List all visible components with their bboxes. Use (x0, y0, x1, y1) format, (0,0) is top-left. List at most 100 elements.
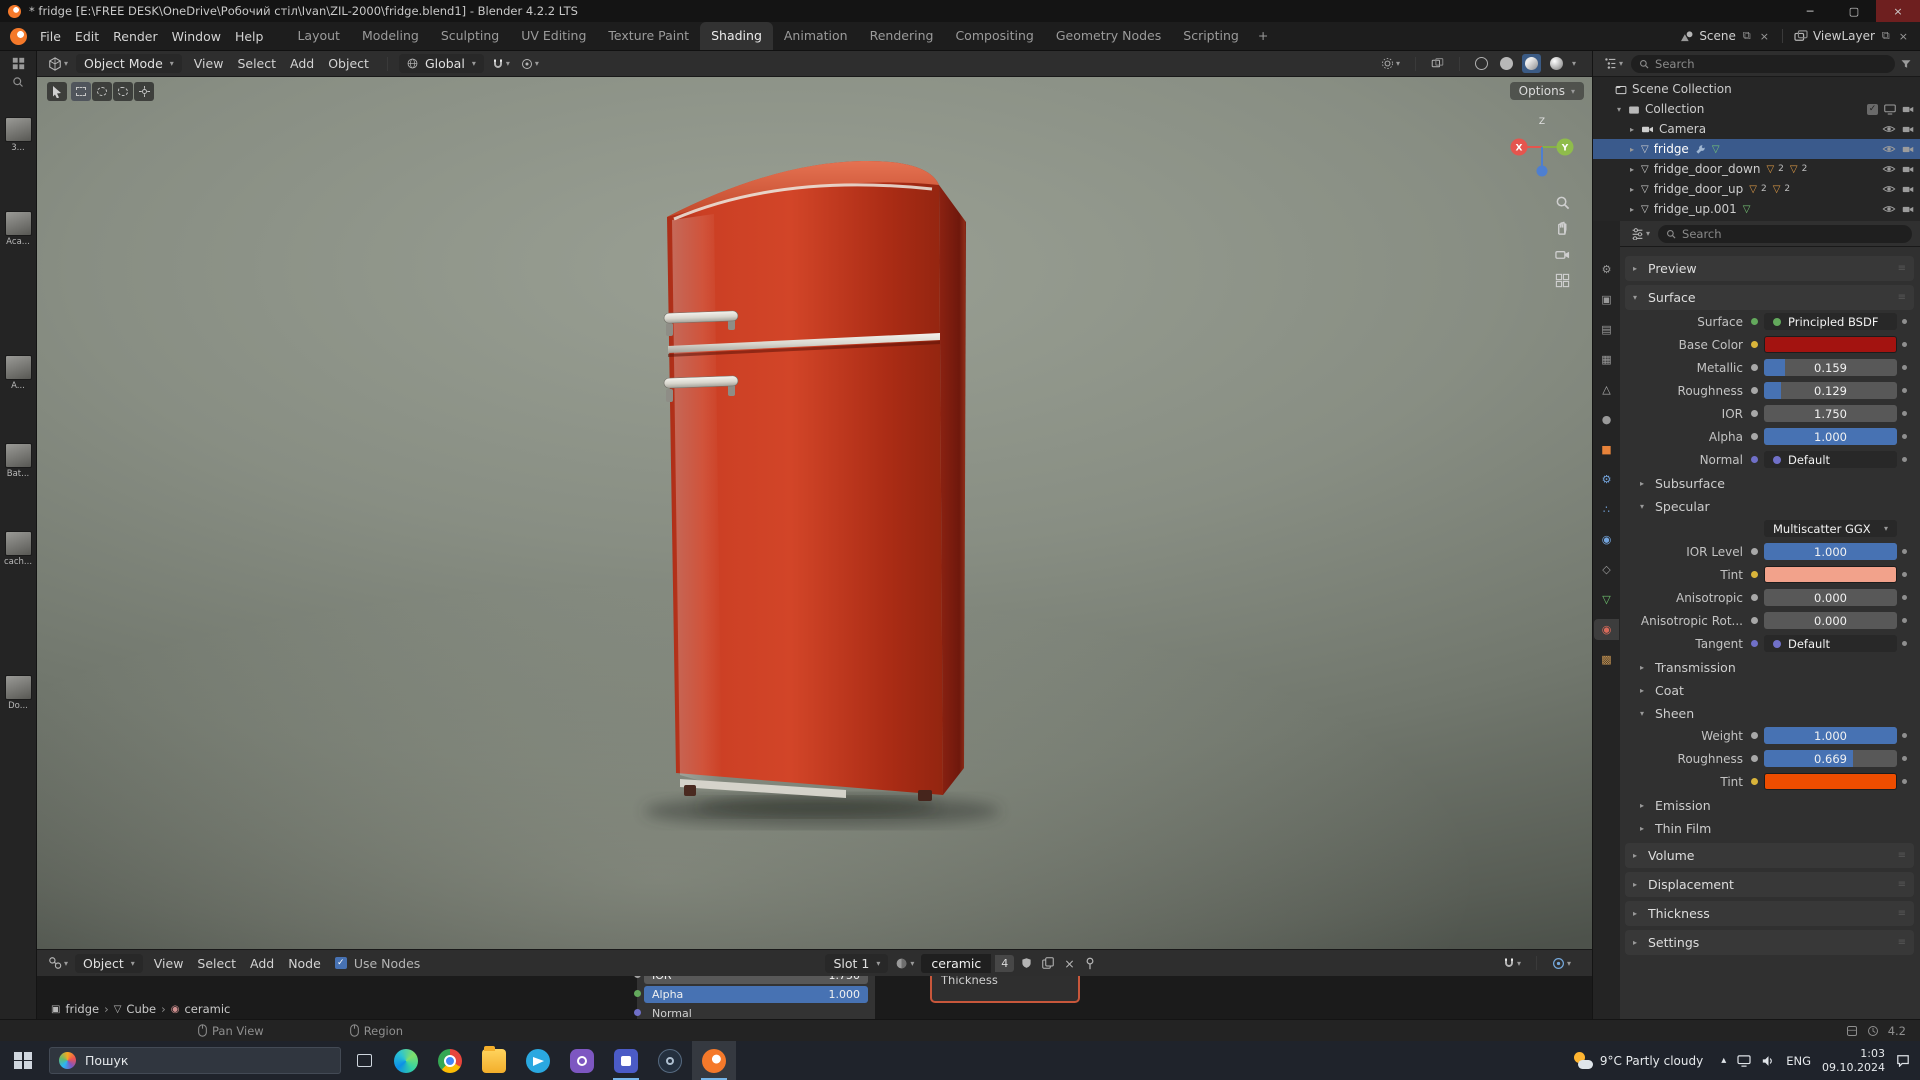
breadcrumb-item[interactable]: Cube (126, 1002, 156, 1016)
material-slot-icon[interactable]: ▽ (1790, 164, 1798, 175)
properties-tab-constraints[interactable]: ◇ (1594, 559, 1619, 580)
workspace-tab-modeling[interactable]: Modeling (351, 22, 430, 50)
tint-color-swatch[interactable] (1764, 566, 1897, 583)
search-icon[interactable] (12, 76, 24, 88)
ior-level-slider[interactable]: 1.000 (1764, 543, 1897, 560)
topbar-menu-help[interactable]: Help (228, 27, 271, 46)
properties-tab-object[interactable]: ■ (1594, 439, 1619, 460)
node-ior-slider[interactable]: IOR1.750 (644, 976, 868, 984)
shader-menu-view[interactable]: View (147, 954, 191, 973)
shader-node-canvas[interactable]: IOR1.750 Alpha1.000 Normal Thickness ▣ fr… (37, 976, 1592, 1019)
animate-dot[interactable] (1897, 618, 1912, 623)
taskbar-app-chrome[interactable] (428, 1041, 472, 1080)
hide-render-icon[interactable] (1902, 184, 1914, 195)
properties-tab-render[interactable]: ▣ (1594, 289, 1619, 310)
remove-viewlayer-button[interactable]: × (1897, 30, 1910, 43)
workspace-tab-animation[interactable]: Animation (773, 22, 859, 50)
properties-tab-physics[interactable]: ◉ (1594, 529, 1619, 550)
socket-dot[interactable] (634, 990, 641, 997)
topbar-menu-file[interactable]: File (33, 27, 68, 46)
editor-outliner-icon[interactable]: ▾ (1601, 57, 1626, 70)
animate-dot[interactable] (1897, 388, 1912, 393)
topbar-menu-window[interactable]: Window (165, 27, 228, 46)
outliner-row-scene-collection[interactable]: Scene Collection (1593, 79, 1920, 99)
animate-dot[interactable] (1897, 595, 1912, 600)
shading-dropdown-caret[interactable]: ▾ (1572, 59, 1576, 68)
metallic-slider[interactable]: 0.159 (1764, 359, 1897, 376)
slot-dropdown[interactable]: Slot 1 ▾ (825, 953, 889, 973)
workspace-tab-uv-editing[interactable]: UV Editing (510, 22, 597, 50)
volume-icon[interactable] (1762, 1055, 1775, 1067)
unlink-material-icon[interactable]: × (1061, 956, 1077, 971)
animate-dot[interactable] (1897, 411, 1912, 416)
close-button[interactable]: × (1876, 0, 1920, 22)
asset-browser-strip[interactable]: 3... Аса... A... Bat... cach... Do... (0, 51, 37, 1019)
select-circle-tool-button[interactable] (92, 82, 112, 101)
asset-thumbnail[interactable] (4, 355, 32, 380)
expand-caret[interactable]: ▸ (1627, 125, 1637, 134)
shading-rendered-button[interactable] (1547, 54, 1566, 73)
workspace-tab-layout[interactable]: Layout (286, 22, 351, 50)
anisotropic-rot--slider[interactable]: 0.000 (1764, 612, 1897, 629)
base-color-color-swatch[interactable] (1764, 336, 1897, 353)
outliner-row-fridge-door-down[interactable]: ▸ ▽ fridge_door_down ▽ 2 ▽ 2 (1593, 159, 1920, 179)
subpanel-sheen[interactable]: ▾ Sheen (1625, 702, 1914, 724)
weight-slider[interactable]: 1.000 (1764, 727, 1897, 744)
scene-selector[interactable]: Scene (1699, 29, 1736, 43)
use-nodes-checkbox[interactable]: ✓ Use Nodes (332, 956, 423, 971)
animate-dot[interactable] (1897, 457, 1912, 462)
mode-dropdown[interactable]: Object Mode ▾ (76, 54, 182, 73)
modifier-icon[interactable] (1695, 144, 1706, 155)
outliner-row-camera[interactable]: ▸ Camera (1593, 119, 1920, 139)
roughness-slider[interactable]: 0.669 (1764, 750, 1897, 767)
overlays-toggle-icon[interactable]: ▾ (1549, 957, 1574, 970)
viewport-3d[interactable]: Options ▾ X Y Z (37, 77, 1592, 949)
hide-render-icon[interactable] (1902, 144, 1914, 155)
mesh-data-icon[interactable]: ▽ (1743, 204, 1751, 215)
show-overlays-icon[interactable]: ▾ (1378, 57, 1403, 70)
hide-render-icon[interactable] (1902, 104, 1914, 115)
anisotropic-slider[interactable]: 0.000 (1764, 589, 1897, 606)
hide-viewport-icon[interactable] (1882, 162, 1896, 176)
panel-volume[interactable]: ▸ Volume ≡ (1625, 843, 1914, 868)
hide-viewport-icon[interactable] (1882, 122, 1896, 136)
subpanel-subsurface[interactable]: ▸ Subsurface (1625, 472, 1914, 494)
properties-tab-output[interactable]: ▤ (1594, 319, 1619, 340)
outliner-row-collection[interactable]: ▾ Collection ✓ (1593, 99, 1920, 119)
shading-wireframe-button[interactable] (1472, 54, 1491, 73)
hide-viewport-icon[interactable] (1882, 182, 1896, 196)
surface-dropdown[interactable]: Principled BSDF (1764, 313, 1897, 330)
snap-magnet-icon[interactable]: ▾ (489, 58, 513, 70)
navigation-gizmo[interactable]: X Y Z (1506, 111, 1578, 183)
transform-orientation-dropdown[interactable]: Global ▾ (398, 54, 484, 73)
asset-item[interactable]: cach... (0, 531, 36, 567)
panel-preview[interactable]: ▸ Preview ≡ (1625, 256, 1914, 281)
topbar-menu-render[interactable]: Render (106, 27, 165, 46)
animate-dot[interactable] (1897, 756, 1912, 761)
fake-user-shield-icon[interactable] (1018, 957, 1035, 969)
mesh-data-icon[interactable]: ▽ (1712, 144, 1720, 155)
ior-field[interactable]: 1.750 (1764, 405, 1897, 422)
subpanel-coat[interactable]: ▸ Coat (1625, 679, 1914, 701)
fridge-model[interactable] (622, 135, 1022, 835)
outliner-row-fridge[interactable]: ▸ ▽ fridge ▽ (1593, 139, 1920, 159)
viewport-menu-add[interactable]: Add (283, 54, 321, 73)
options-button[interactable]: Options ▾ (1509, 82, 1584, 100)
asset-item[interactable]: 3... (0, 117, 36, 153)
material-slot-icon[interactable]: ▽ (1773, 184, 1781, 195)
properties-tab-tool[interactable]: ⚙ (1594, 259, 1619, 280)
alpha-slider[interactable]: 1.000 (1764, 428, 1897, 445)
editor-3d-viewport-icon[interactable]: ▾ (45, 56, 71, 71)
workspace-tab-shading[interactable]: Shading (700, 22, 773, 50)
network-icon[interactable] (1737, 1054, 1751, 1067)
shader-menu-add[interactable]: Add (243, 954, 281, 973)
workspace-tab-compositing[interactable]: Compositing (944, 22, 1044, 50)
shader-menu-node[interactable]: Node (281, 954, 328, 973)
hide-render-icon[interactable] (1902, 124, 1914, 135)
principled-bsdf-node-fragment[interactable]: IOR1.750 Alpha1.000 Normal (634, 976, 875, 1019)
taskbar-search-input[interactable]: Пошук (49, 1047, 341, 1074)
topbar-menu-edit[interactable]: Edit (68, 27, 106, 46)
workspace-tab-sculpting[interactable]: Sculpting (430, 22, 510, 50)
asset-thumbnail[interactable] (4, 531, 32, 556)
blender-menu-icon[interactable] (10, 27, 27, 45)
